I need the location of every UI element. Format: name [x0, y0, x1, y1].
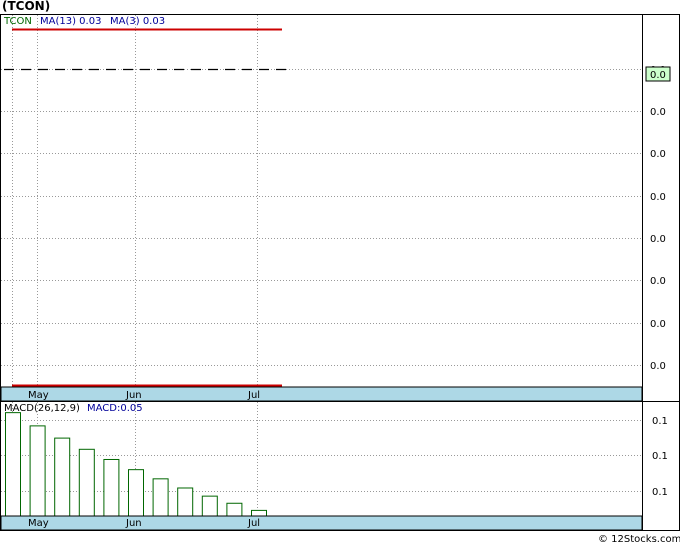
price-y-tick-label: 0.0: [650, 319, 666, 330]
price-panel: TCON MA(13) 0.03 MA(3) 0.03 0.0 0.0 0.0 0.0…: [0, 14, 680, 402]
macd-bar: [78, 448, 95, 517]
price-x-tick-label: May: [28, 390, 49, 401]
macd-bar: [251, 509, 267, 517]
macd-bar: [152, 478, 169, 517]
macd-bar: [29, 425, 46, 517]
macd-y-tick-label: 0.1: [652, 487, 668, 498]
price-y-tick-label: 0.0: [650, 149, 666, 160]
macd-bar: [128, 469, 144, 517]
price-y-tick-label: 0.0: [650, 361, 666, 372]
price-y-tick-label: 0.0: [650, 107, 666, 118]
macd-y-tick-label: 0.1: [652, 451, 668, 462]
last-price-label: 0.0: [650, 70, 666, 81]
price-panel-frame: [0, 14, 680, 402]
price-y-tick-label: 0.0: [650, 234, 666, 245]
macd-y-tick-label: 0.1: [652, 416, 668, 427]
macd-bar: [177, 487, 194, 517]
macd-x-tick-label: Jul: [247, 518, 260, 529]
price-legend-ma13: MA(13) 0.03: [40, 16, 101, 27]
stock-chart: (TCON) TCON MA(13) 0.03 MA(3) 0.03 0.0 0.…: [0, 0, 680, 545]
macd-x-tick-label: Jun: [125, 518, 142, 529]
macd-legend-value: MACD:0.05: [87, 403, 143, 414]
macd-bar: [201, 495, 218, 517]
chart-title: (TCON): [2, 0, 50, 13]
macd-x-tick-label: May: [28, 518, 49, 529]
macd-bar: [54, 437, 71, 517]
price-legend-ma3: MA(3) 0.03: [110, 16, 165, 27]
price-y-tick-label: 0.0: [650, 276, 666, 287]
macd-bar: [226, 502, 243, 517]
macd-month-axis: [0, 515, 643, 531]
macd-panel: MACD(26,12,9) MACD:0.05 0.10.10.1 May Jun…: [0, 401, 680, 531]
macd-bar: [103, 458, 120, 517]
price-y-tick-label: 0.0: [650, 192, 666, 203]
price-x-tick-label: Jun: [125, 390, 142, 401]
price-legend-ticker: TCON: [3, 16, 32, 27]
price-x-tick-label: Jul: [247, 390, 260, 401]
copyright-label: © 12Stocks.com: [598, 534, 680, 545]
price-month-axis: [0, 386, 643, 402]
macd-bar: [5, 412, 21, 517]
